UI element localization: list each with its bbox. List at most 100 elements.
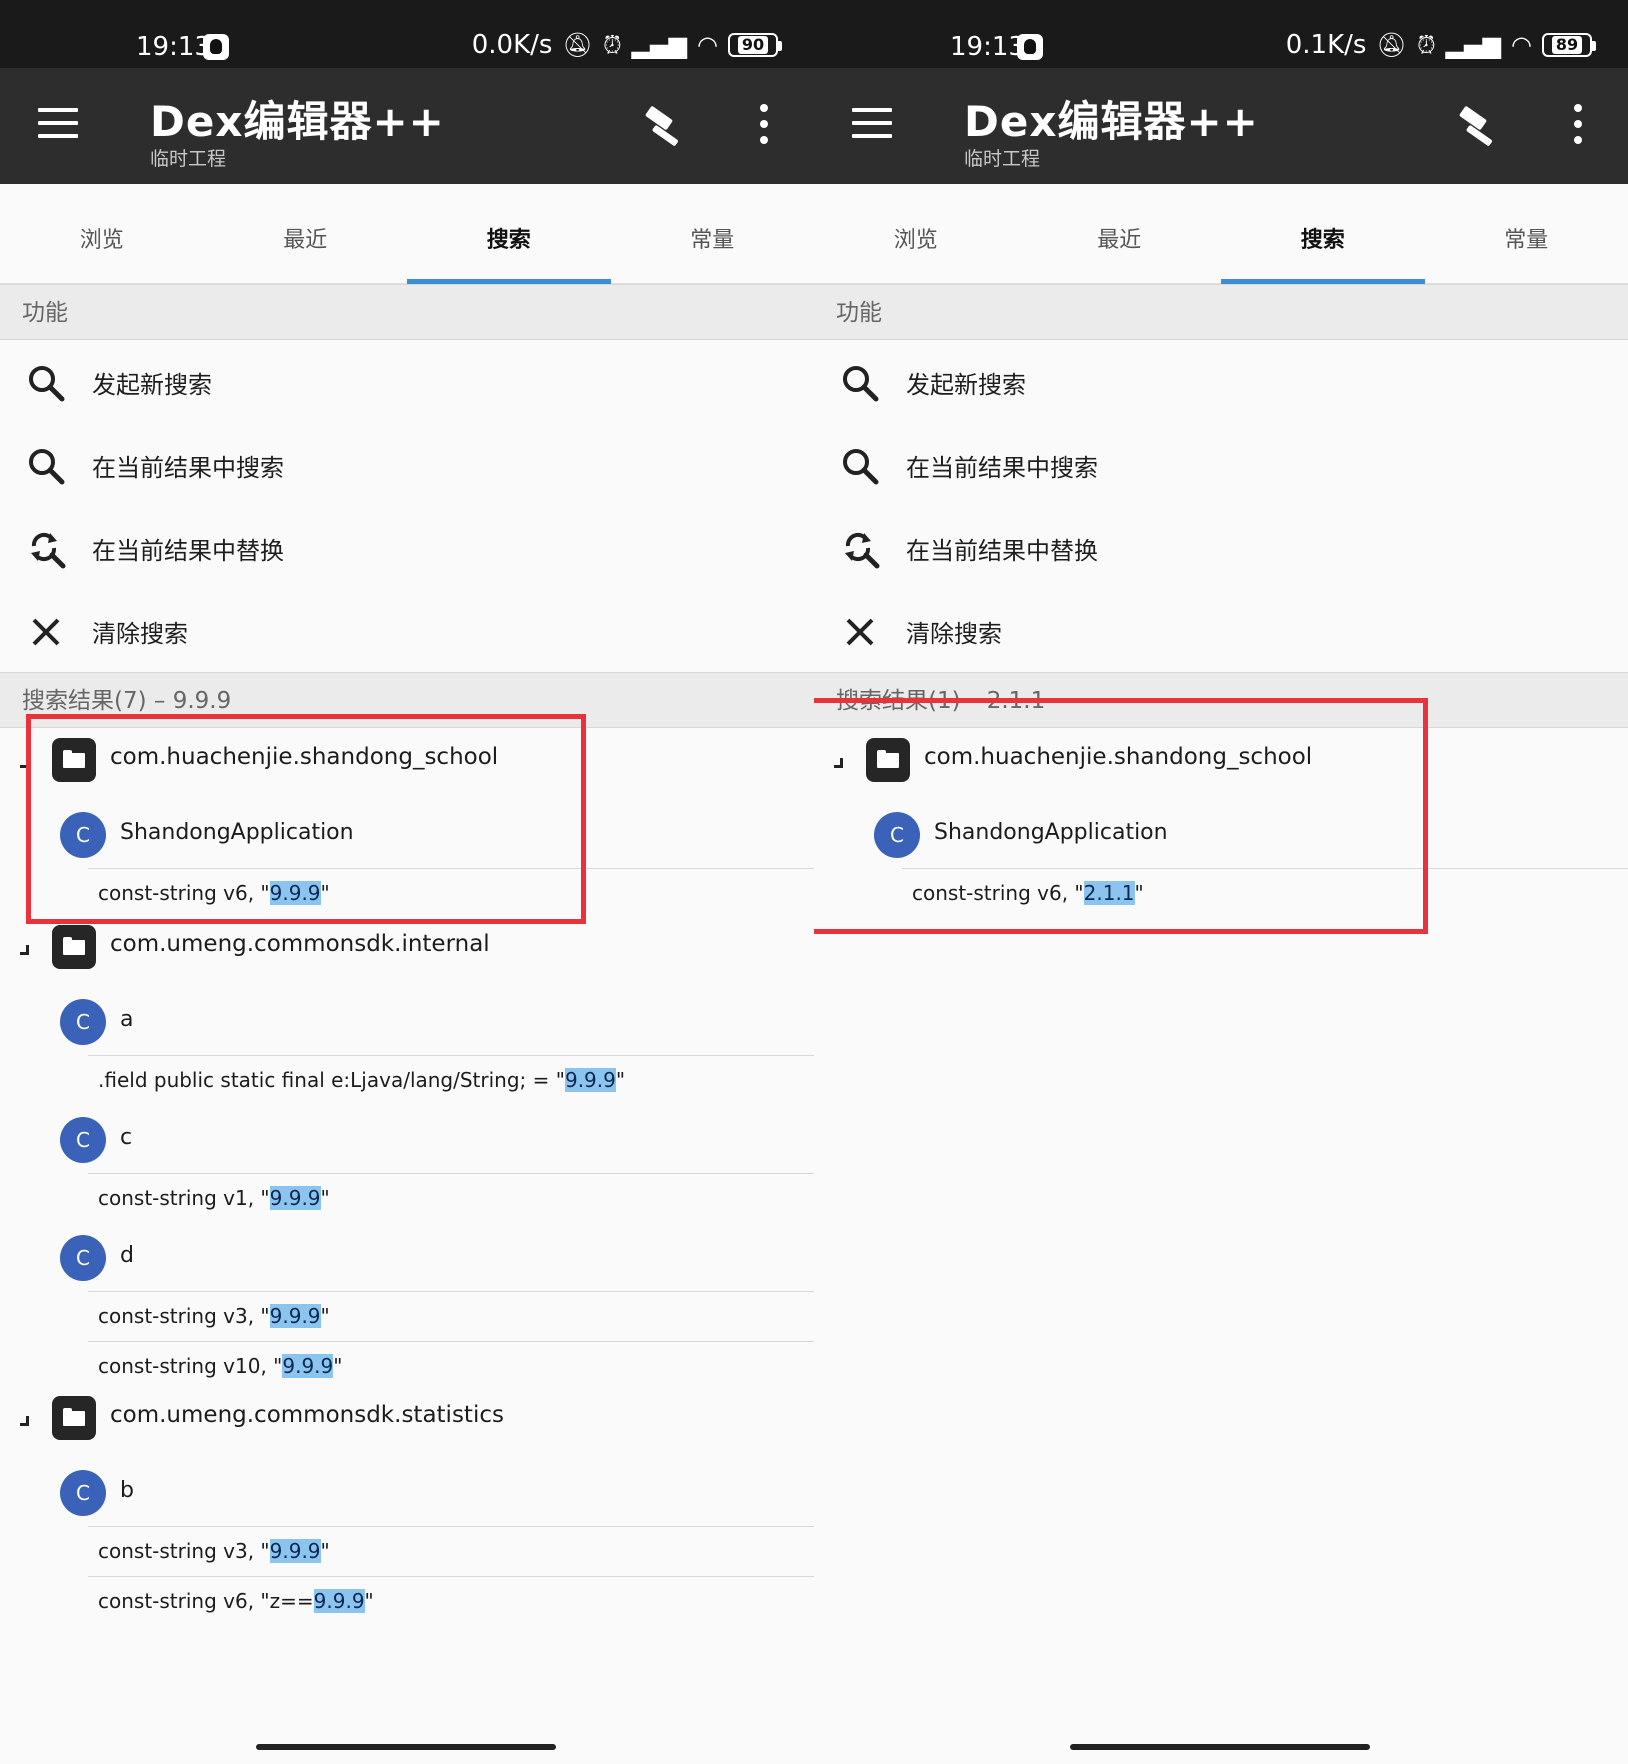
class-row[interactable]: Cc xyxy=(0,1107,814,1173)
tab-bar: 浏览 最近 搜索 常量 xyxy=(814,184,1628,284)
tab-recent[interactable]: 最近 xyxy=(204,184,408,283)
result-text: const-string v10, "9.9.9" xyxy=(98,1354,342,1378)
result-match-highlight: 9.9.9 xyxy=(313,1589,365,1613)
result-text: .field public static final e:Ljava/lang/… xyxy=(98,1068,625,1092)
result-match-highlight: 9.9.9 xyxy=(269,1186,321,1210)
alarm-icon: ⏰︎ xyxy=(1416,31,1436,59)
battery-icon: 89 xyxy=(1542,33,1596,57)
app-bar: Dex编辑器++ 临时工程 xyxy=(0,68,814,184)
result-suffix: " xyxy=(320,1539,330,1563)
result-text: const-string v1, "9.9.9" xyxy=(98,1186,330,1210)
functions-header: 功能 xyxy=(0,284,814,340)
tab-recent[interactable]: 最近 xyxy=(1018,184,1222,283)
tab-browse[interactable]: 浏览 xyxy=(814,184,1018,283)
status-time: 19:13 xyxy=(136,32,211,62)
function-label: 在当前结果中替换 xyxy=(92,537,284,565)
function-label: 在当前结果中搜索 xyxy=(92,454,284,482)
status-bar: 19:13 0.0K/s 🔕︎ ⏰︎ ▂▄▆ ◠ 90 xyxy=(0,0,814,68)
app-title: Dex编辑器++ xyxy=(964,97,1259,146)
phone-screen-left: 19:13 0.0K/s 🔕︎ ⏰︎ ▂▄▆ ◠ 90 Dex编辑器++ 临时工程 浏览 最近 搜索常… xyxy=(0,0,814,1764)
replace-in-results-item[interactable]: 在当前结果中替换 xyxy=(814,507,1628,590)
search-in-results-item[interactable]: 在当前结果中搜索 xyxy=(0,424,814,507)
app-bar: Dex编辑器++ 临时工程 xyxy=(814,68,1628,184)
more-options-icon[interactable] xyxy=(752,104,776,150)
result-suffix: " xyxy=(364,1589,374,1613)
search-icon xyxy=(29,365,65,401)
annotation-box xyxy=(26,714,586,924)
wifi-icon: ◠ xyxy=(697,31,718,59)
function-label: 在当前结果中搜索 xyxy=(906,454,1098,482)
build-hammer-icon[interactable] xyxy=(1454,102,1504,152)
alarm-icon: ⏰︎ xyxy=(602,31,622,59)
project-subtitle: 临时工程 xyxy=(964,148,1041,170)
replace-in-results-item[interactable]: 在当前结果中替换 xyxy=(0,507,814,590)
function-label: 清除搜索 xyxy=(92,620,188,648)
class-row[interactable]: Cd xyxy=(0,1225,814,1291)
project-subtitle: 临时工程 xyxy=(150,148,227,170)
tab-search[interactable]: 搜索 xyxy=(407,184,611,284)
menu-icon[interactable] xyxy=(852,108,892,138)
mute-bell-icon: 🔕︎ xyxy=(1376,31,1407,59)
collapse-toggle-icon[interactable] xyxy=(20,1416,29,1426)
search-result-row[interactable]: const-string v1, "9.9.9" xyxy=(88,1173,814,1223)
phone-screen-right: 19:13 0.1K/s 🔕︎ ⏰︎ ▂▄▆ ◠ 89 Dex编辑器++ 临时工程 浏览 最近 搜索常… xyxy=(814,0,1628,1764)
class-badge-icon: C xyxy=(60,1235,106,1281)
home-indicator[interactable] xyxy=(1070,1744,1370,1750)
search-in-results-item[interactable]: 在当前结果中搜索 xyxy=(814,424,1628,507)
signal-icon: ▂▄▆ xyxy=(631,31,688,59)
new-search-item[interactable]: 发起新搜索 xyxy=(814,341,1628,424)
collapse-toggle-icon[interactable] xyxy=(20,945,29,955)
search-result-row[interactable]: const-string v6, "z==9.9.9" xyxy=(88,1576,814,1626)
result-match-highlight: 9.9.9 xyxy=(282,1354,334,1378)
result-match-highlight: 9.9.9 xyxy=(269,1539,321,1563)
class-badge-icon: C xyxy=(60,1470,106,1516)
class-name: c xyxy=(120,1125,133,1150)
tab-constants[interactable]: 常量 xyxy=(611,184,815,283)
network-speed: 0.1K/s xyxy=(1285,30,1367,60)
class-name: d xyxy=(120,1243,134,1268)
result-match-highlight: 9.9.9 xyxy=(564,1068,616,1092)
more-options-icon[interactable] xyxy=(1566,104,1590,150)
package-row[interactable]: com.umeng.commonsdk.statistics xyxy=(0,1384,814,1454)
result-text: const-string v6, "z==9.9.9" xyxy=(98,1589,374,1613)
class-row[interactable]: Ca xyxy=(0,989,814,1055)
menu-icon[interactable] xyxy=(38,108,78,138)
class-row[interactable]: Cb xyxy=(0,1460,814,1526)
app-title: Dex编辑器++ xyxy=(150,97,445,146)
tab-search[interactable]: 搜索 xyxy=(1221,184,1425,284)
search-icon xyxy=(843,448,879,484)
qq-icon xyxy=(1017,34,1043,60)
wifi-icon: ◠ xyxy=(1511,31,1532,59)
new-search-item[interactable]: 发起新搜索 xyxy=(0,341,814,424)
result-text: const-string v3, "9.9.9" xyxy=(98,1539,330,1563)
result-suffix: " xyxy=(320,1304,330,1328)
search-result-row[interactable]: .field public static final e:Ljava/lang/… xyxy=(88,1055,814,1105)
folder-icon xyxy=(52,925,96,969)
tab-browse[interactable]: 浏览 xyxy=(0,184,204,283)
class-badge-icon: C xyxy=(60,999,106,1045)
class-badge-icon: C xyxy=(60,1117,106,1163)
search-result-row[interactable]: const-string v3, "9.9.9" xyxy=(88,1291,814,1341)
result-text: const-string v3, "9.9.9" xyxy=(98,1304,330,1328)
home-indicator[interactable] xyxy=(256,1744,556,1750)
clear-search-item[interactable]: 清除搜索 xyxy=(814,590,1628,673)
result-suffix: " xyxy=(333,1354,343,1378)
battery-level: 90 xyxy=(737,36,769,54)
tab-constants[interactable]: 常量 xyxy=(1425,184,1628,283)
close-icon xyxy=(32,618,60,645)
function-label: 发起新搜索 xyxy=(92,371,212,399)
qq-icon xyxy=(203,34,229,60)
result-prefix: const-string v10, " xyxy=(98,1354,283,1378)
annotation-box xyxy=(814,698,1428,934)
result-prefix: const-string v6, "z== xyxy=(98,1589,314,1613)
search-result-row[interactable]: const-string v3, "9.9.9" xyxy=(88,1526,814,1576)
clear-search-item[interactable]: 清除搜索 xyxy=(0,590,814,673)
mute-bell-icon: 🔕︎ xyxy=(562,31,593,59)
package-name: com.umeng.commonsdk.statistics xyxy=(110,1402,504,1428)
build-hammer-icon[interactable] xyxy=(640,102,690,152)
battery-icon: 90 xyxy=(728,33,782,57)
functions-header: 功能 xyxy=(814,284,1628,340)
status-time: 19:13 xyxy=(950,32,1025,62)
status-bar: 19:13 0.1K/s 🔕︎ ⏰︎ ▂▄▆ ◠ 89 xyxy=(814,0,1628,68)
class-name: a xyxy=(120,1007,134,1032)
